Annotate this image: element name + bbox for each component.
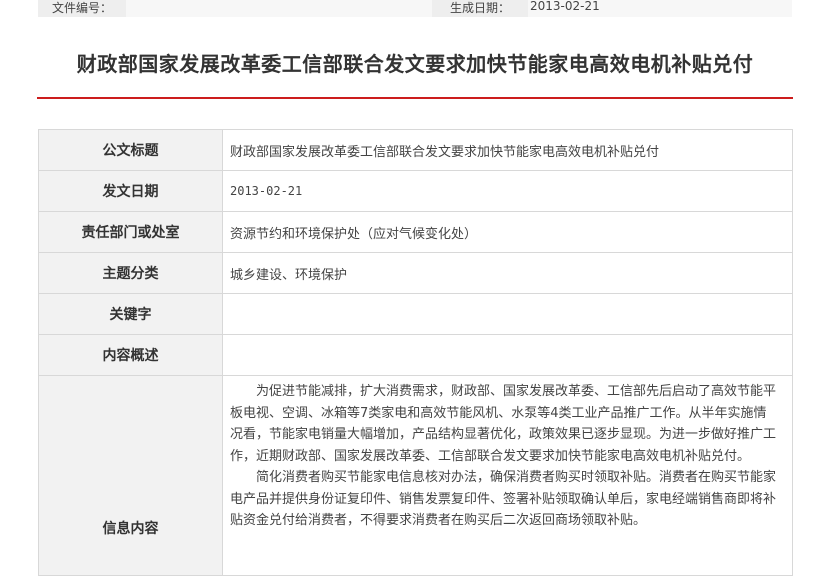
generated-date-value: 2013-02-21 — [530, 0, 600, 13]
table-row: 主题分类 城乡建设、环境保护 — [38, 252, 793, 294]
row-value-content: 为促进节能减排，扩大消费需求，财政部、国家发展改革委、工信部先后启动了高效节能平… — [222, 375, 793, 576]
table-row: 公文标题 财政部国家发展改革委工信部联合发文要求加快节能家电高效电机补贴兑付 — [38, 129, 793, 171]
row-value-department: 资源节约和环境保护处（应对气候变化处） — [222, 211, 793, 253]
row-value-category: 城乡建设、环境保护 — [222, 252, 793, 294]
meta-bar: 文件编号： 生成日期： 2013-02-21 — [38, 0, 792, 17]
content-label-text: 信息内容 — [102, 521, 159, 537]
document-title: 财政部国家发展改革委工信部联合发文要求加快节能家电高效电机补贴兑付 — [76, 52, 754, 76]
row-label-department: 责任部门或处室 — [38, 211, 223, 253]
row-value-keywords — [222, 293, 793, 335]
row-label-category: 主题分类 — [38, 252, 223, 294]
title-divider — [37, 97, 793, 99]
row-value-summary — [222, 334, 793, 376]
row-label-date: 发文日期 — [38, 170, 223, 212]
row-label-content: 信息内容 — [38, 375, 223, 576]
row-value-title: 财政部国家发展改革委工信部联合发文要求加快节能家电高效电机补贴兑付 — [222, 129, 793, 171]
table-row: 关键字 — [38, 293, 793, 335]
content-paragraph-2: 简化消费者购买节能家电信息核对办法，确保消费者购买时领取补贴。消费者在购买节能家… — [230, 470, 777, 528]
content-paragraph-1: 为促进节能减排，扩大消费需求，财政部、国家发展改革委、工信部先后启动了高效节能平… — [230, 384, 777, 464]
table-row: 发文日期 2013-02-21 — [38, 170, 793, 212]
file-number-label: 文件编号： — [52, 1, 113, 15]
row-label-title: 公文标题 — [38, 129, 223, 171]
table-row: 信息内容 为促进节能减排，扩大消费需求，财政部、国家发展改革委、工信部先后启动了… — [38, 375, 793, 576]
generated-date-label: 生成日期： — [450, 1, 511, 15]
row-label-keywords: 关键字 — [38, 293, 223, 335]
generated-date-field: 2013-02-21 — [528, 0, 792, 17]
row-label-summary: 内容概述 — [38, 334, 223, 376]
document-info-table: 公文标题 财政部国家发展改革委工信部联合发文要求加快节能家电高效电机补贴兑付 发… — [38, 129, 793, 576]
row-value-date: 2013-02-21 — [222, 170, 793, 212]
table-row: 内容概述 — [38, 334, 793, 376]
file-number-value — [126, 0, 432, 17]
table-row: 责任部门或处室 资源节约和环境保护处（应对气候变化处） — [38, 211, 793, 253]
